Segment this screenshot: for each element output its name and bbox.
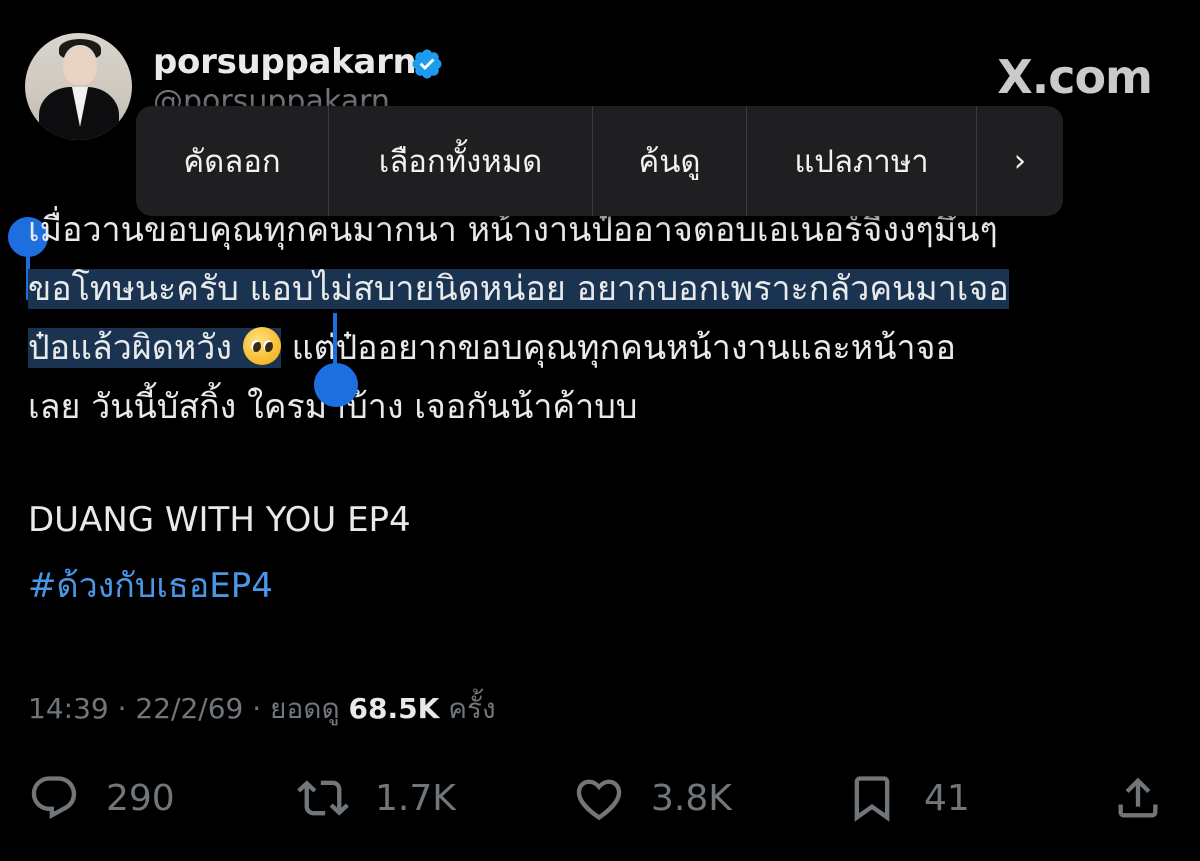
- tweet-text[interactable]: เมื่อวานขอบคุณทุกคนมากนา หน้างานป๋ออาจตอ…: [28, 201, 1178, 437]
- reply-icon: [31, 776, 77, 820]
- menu-copy[interactable]: คัดลอก: [136, 106, 329, 216]
- menu-select-all[interactable]: เลือกทั้งหมด: [329, 106, 593, 216]
- menu-more-chevron-icon[interactable]: ›: [977, 106, 1063, 216]
- bookmark-count: 41: [924, 777, 970, 819]
- like-button[interactable]: 3.8K: [573, 768, 732, 828]
- profile-avatar[interactable]: [25, 33, 132, 140]
- text-selection-menu: คัดลอก เลือกทั้งหมด ค้นดู แปลภาษา ›: [136, 106, 1063, 216]
- hashtag-link[interactable]: #ด้วงกับเธอEP4: [28, 558, 273, 612]
- view-suffix: ครั้ง: [448, 692, 496, 725]
- repost-count: 1.7K: [375, 777, 456, 819]
- verified-badge-icon: [412, 49, 442, 79]
- share-button[interactable]: [1112, 768, 1164, 828]
- tweet-line-1: เมื่อวานขอบคุณทุกคนมากนา หน้างานป๋ออาจตอ…: [28, 210, 998, 250]
- selection-end-handle[interactable]: [314, 363, 358, 407]
- menu-translate[interactable]: แปลภาษา: [747, 106, 977, 216]
- tweet-line-3-start: ป๋อแล้วผิดหวัง: [28, 328, 232, 368]
- tweet-title-line: DUANG WITH YOU EP4: [28, 500, 411, 540]
- pleading-face-emoji-icon: [242, 327, 281, 365]
- bookmark-button[interactable]: 41: [846, 768, 970, 828]
- reply-count: 290: [106, 777, 175, 819]
- bookmark-icon: [854, 776, 890, 822]
- menu-look-up[interactable]: ค้นดู: [593, 106, 747, 216]
- view-count[interactable]: 68.5K: [349, 692, 440, 725]
- tweet-line-3-end: แต่ป๋ออยากขอบคุณทุกคนหน้างานและหน้าจอ: [291, 328, 956, 368]
- x-brand-logo: X.com: [997, 50, 1153, 104]
- tweet-line-3-selected: ป๋อแล้วผิดหวัง: [28, 327, 281, 368]
- reply-button[interactable]: 290: [28, 768, 175, 828]
- action-bar: 290 1.7K 3.8K 41: [0, 768, 1200, 828]
- display-name[interactable]: porsuppakarn: [153, 42, 417, 82]
- tweet-timestamp: 14:39 · 22/2/69 · ยอดดู: [28, 692, 340, 725]
- heart-icon: [576, 779, 622, 821]
- share-icon: [1118, 777, 1158, 818]
- like-count: 3.8K: [651, 777, 732, 819]
- repost-icon: [297, 780, 349, 816]
- avatar-head: [63, 45, 97, 85]
- tweet-line-2-selected: ขอโทษนะครับ แอบไม่สบายนิดหน่อย อยากบอกเพ…: [28, 269, 1009, 309]
- repost-button[interactable]: 1.7K: [297, 768, 456, 828]
- tweet-meta: 14:39 · 22/2/69 · ยอดดู 68.5K ครั้ง: [28, 687, 496, 731]
